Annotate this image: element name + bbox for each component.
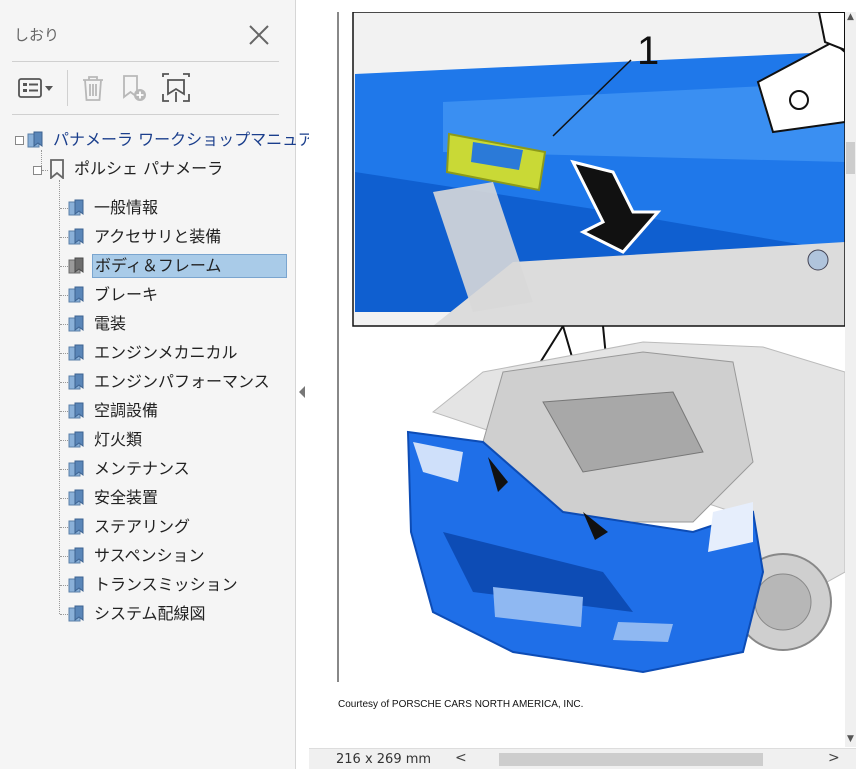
bookmark-page-icon bbox=[68, 228, 84, 245]
bookmark-item[interactable]: 安全装置 bbox=[67, 486, 160, 510]
bookmark-item[interactable]: 空調設備 bbox=[67, 399, 160, 423]
callout-number: 1 bbox=[637, 29, 659, 73]
collapse-left-icon bbox=[299, 386, 305, 398]
bookmark-label: アクセサリと装備 bbox=[94, 227, 222, 246]
vertical-scrollbar[interactable]: ▲ ▼ bbox=[845, 12, 856, 747]
bookmark-ribbon-icon bbox=[50, 159, 64, 179]
bookmark-page-icon bbox=[68, 315, 84, 332]
bookmark-page-icon bbox=[68, 431, 84, 448]
bookmark-label: システム配線図 bbox=[94, 604, 206, 623]
bookmark-label: 空調設備 bbox=[94, 401, 159, 420]
document-page: 1 bbox=[313, 11, 846, 744]
bookmark-label: 電装 bbox=[94, 314, 127, 333]
bookmark-item[interactable]: サスペンション bbox=[67, 544, 207, 568]
bookmark-label: 灯火類 bbox=[94, 430, 143, 449]
bookmark-label: エンジンパフォーマンス bbox=[94, 372, 270, 391]
bookmark-page-icon bbox=[68, 286, 84, 303]
bookmark-item[interactable]: ステアリング bbox=[67, 515, 192, 539]
bookmark-item[interactable]: メンテナンス bbox=[67, 457, 192, 481]
child-expander[interactable] bbox=[33, 166, 42, 175]
bookmark-item[interactable]: エンジンパフォーマンス bbox=[67, 370, 272, 394]
bookmark-page-icon bbox=[68, 605, 84, 622]
scroll-right-arrow-icon[interactable]: > bbox=[828, 750, 840, 766]
detail-inset: 1 bbox=[352, 11, 846, 327]
bookmark-item[interactable]: トランスミッション bbox=[67, 573, 240, 597]
bookmark-label: エンジンメカニカル bbox=[94, 343, 238, 362]
bookmark-label: パナメーラ ワークショップマニュアル bbox=[53, 130, 330, 149]
bookmark-child[interactable]: ポルシェ パナメーラ bbox=[47, 157, 225, 181]
root-expander[interactable] bbox=[15, 136, 24, 145]
bookmark-item[interactable]: ボディ＆フレーム bbox=[67, 254, 287, 278]
bookmark-label: ボディ＆フレーム bbox=[92, 254, 287, 278]
bookmark-label: トランスミッション bbox=[94, 575, 238, 594]
bookmark-page-icon bbox=[68, 199, 84, 216]
bookmark-label: サスペンション bbox=[94, 546, 205, 565]
bookmark-label: ステアリング bbox=[94, 517, 191, 536]
bookmark-page-icon bbox=[68, 576, 84, 593]
image-caption: Courtesy of PORSCHE CARS NORTH AMERICA, … bbox=[338, 699, 584, 710]
page-size-readout: 216 x 269 mm bbox=[336, 752, 432, 767]
horizontal-scroll-thumb[interactable] bbox=[499, 753, 763, 766]
bookmark-page-icon bbox=[68, 489, 84, 506]
bookmark-page-icon bbox=[68, 547, 84, 564]
bookmark-page-icon bbox=[68, 402, 84, 419]
bookmark-label: メンテナンス bbox=[94, 459, 190, 478]
collapse-panel-handle[interactable] bbox=[297, 384, 307, 400]
bookmark-item[interactable]: システム配線図 bbox=[67, 602, 208, 626]
bookmark-page-icon bbox=[68, 518, 84, 535]
bookmark-page-icon bbox=[27, 131, 43, 148]
bookmark-item[interactable]: アクセサリと装備 bbox=[67, 225, 223, 249]
scroll-down-arrow-icon[interactable]: ▼ bbox=[845, 734, 856, 746]
bookmark-item[interactable]: 灯火類 bbox=[67, 428, 144, 452]
bookmark-label: 安全装置 bbox=[94, 488, 159, 507]
bookmark-item[interactable]: 一般情報 bbox=[67, 196, 160, 220]
bookmark-item[interactable]: ブレーキ bbox=[67, 283, 160, 307]
bookmark-root[interactable]: パナメーラ ワークショップマニュアル bbox=[26, 128, 332, 152]
tree-connector bbox=[59, 180, 60, 614]
vertical-scroll-thumb[interactable] bbox=[846, 142, 855, 174]
bookmark-page-icon bbox=[68, 257, 84, 274]
bookmark-page-icon bbox=[68, 344, 84, 361]
bookmark-tree: パナメーラ ワークショップマニュアル ポルシェ パナメーラ 一般情報アクセサリと… bbox=[0, 0, 330, 769]
bookmark-page-icon bbox=[68, 373, 84, 390]
car-front-bumper-illustration: 1 bbox=[337, 11, 846, 682]
bookmark-label: 一般情報 bbox=[94, 198, 159, 217]
bookmark-label: ポルシェ パナメーラ bbox=[74, 159, 224, 178]
scroll-up-arrow-icon[interactable]: ▲ bbox=[845, 12, 856, 24]
bookmark-item[interactable]: エンジンメカニカル bbox=[67, 341, 240, 365]
scroll-left-arrow-icon[interactable]: < bbox=[455, 750, 467, 766]
bookmark-item[interactable]: 電装 bbox=[67, 312, 128, 336]
bookmark-page-icon bbox=[68, 460, 84, 477]
bookmark-label: ブレーキ bbox=[94, 285, 159, 304]
car-body bbox=[406, 341, 846, 674]
status-bar: 216 x 269 mm < > bbox=[309, 748, 856, 769]
